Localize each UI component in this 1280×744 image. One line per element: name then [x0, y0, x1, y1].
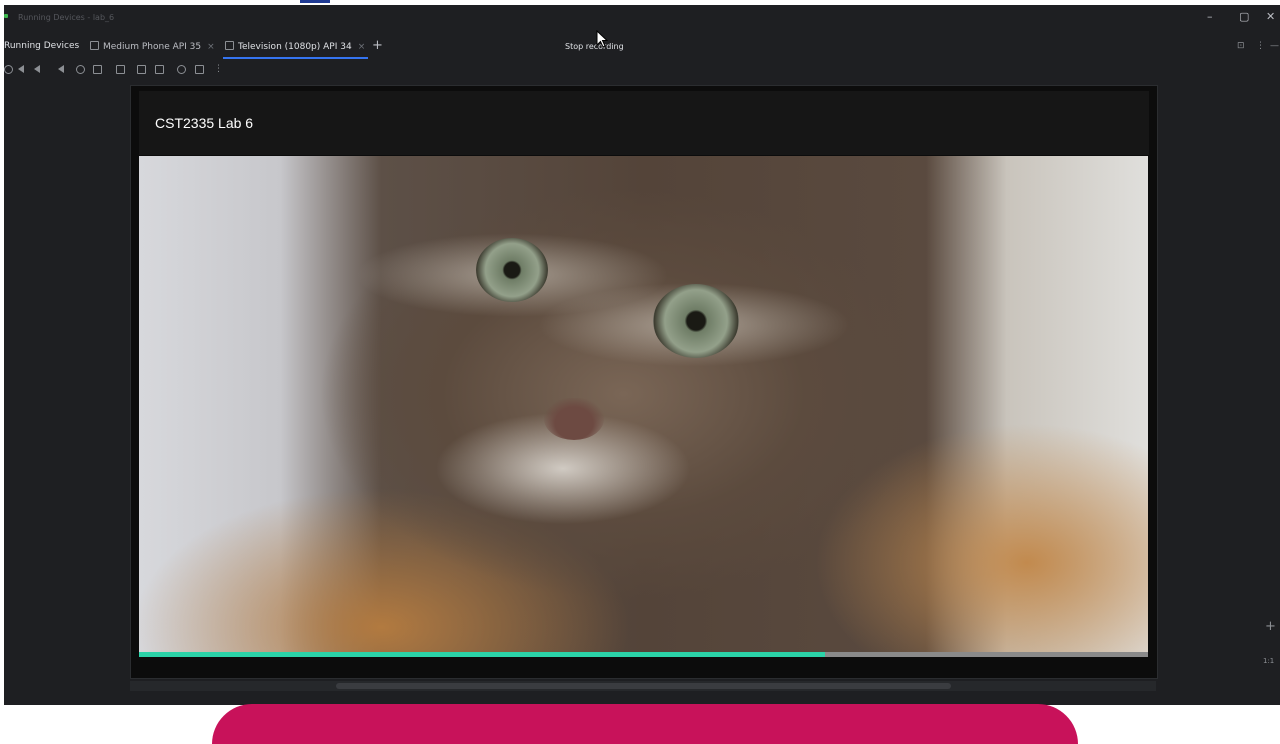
home-icon[interactable]: [76, 65, 85, 74]
stop-recording-tooltip: Stop recording: [565, 42, 624, 51]
close-tab-icon[interactable]: ×: [207, 42, 215, 52]
panel-title: Running Devices: [4, 41, 80, 51]
more-actions-icon[interactable]: ⋮: [214, 65, 223, 74]
scrollbar-thumb[interactable]: [336, 683, 951, 689]
volume-down-icon[interactable]: [34, 65, 40, 73]
back-icon[interactable]: [58, 65, 64, 73]
tab-television[interactable]: Television (1080p) API 34 ×: [225, 41, 365, 52]
tv-icon: [225, 41, 234, 50]
kitten-left-eye: [476, 238, 548, 302]
app-bar: CST2335 Lab 6: [139, 91, 1149, 155]
bottom-banner: [212, 704, 1078, 744]
undo-icon[interactable]: [177, 65, 186, 74]
phone-icon: [90, 41, 99, 50]
horizontal-scrollbar[interactable]: [130, 681, 1156, 691]
snapshot-icon[interactable]: [195, 65, 204, 74]
active-tab-indicator: [223, 57, 368, 59]
add-tab-button[interactable]: +: [372, 38, 383, 53]
minimize-button[interactable]: –: [1207, 11, 1213, 23]
video-progress-bar[interactable]: [139, 652, 1148, 657]
zoom-in-button[interactable]: +: [1265, 619, 1276, 634]
tab-label: Medium Phone API 35: [103, 42, 202, 52]
maximize-button[interactable]: ▢: [1239, 11, 1249, 23]
hide-panel-icon[interactable]: —: [1270, 41, 1279, 51]
rotate-icon[interactable]: [116, 65, 125, 74]
video-progress-fill: [139, 652, 826, 657]
tab-medium-phone[interactable]: Medium Phone API 35 ×: [90, 41, 215, 52]
power-icon[interactable]: [4, 65, 13, 74]
kitten-right-eye: [653, 284, 739, 358]
volume-up-icon[interactable]: [18, 65, 24, 73]
actual-size-button[interactable]: 1:1: [1263, 657, 1274, 665]
ide-window: Running Devices - lab_6 – ▢ ✕ Running De…: [4, 5, 1280, 705]
top-accent-line: [300, 0, 330, 3]
video-player[interactable]: [139, 156, 1148, 652]
screenshot-icon[interactable]: [137, 65, 146, 74]
close-tab-icon[interactable]: ×: [358, 42, 366, 52]
app-title: CST2335 Lab 6: [155, 115, 254, 131]
app-icon: [4, 14, 8, 18]
mouse-cursor-icon: [596, 30, 608, 48]
emulator-toolbar: ⋮: [4, 65, 244, 79]
emulator-screen[interactable]: CST2335 Lab 6: [130, 85, 1158, 679]
device-tab-bar: Running Devices Medium Phone API 35 × Tel…: [4, 35, 1280, 63]
title-bar: Running Devices - lab_6 – ▢ ✕: [4, 5, 1280, 32]
more-options-icon[interactable]: ⋮: [1256, 41, 1265, 51]
overview-icon[interactable]: [93, 65, 102, 74]
screen-record-icon[interactable]: [155, 65, 164, 74]
tab-label: Television (1080p) API 34: [238, 42, 352, 52]
close-window-button[interactable]: ✕: [1266, 11, 1275, 23]
layout-icon[interactable]: ⊡: [1237, 41, 1245, 51]
kitten-nose: [544, 398, 604, 440]
window-title: Running Devices - lab_6: [18, 13, 115, 22]
